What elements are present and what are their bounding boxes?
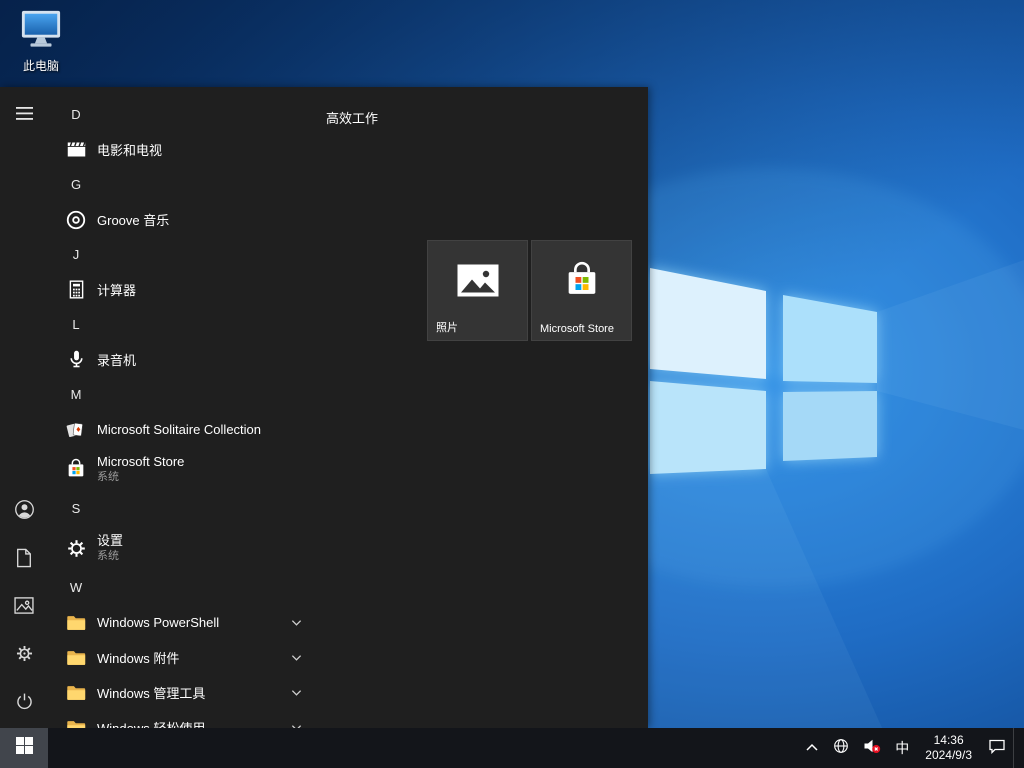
chevron-down-icon [291, 619, 302, 627]
folder-item-windows-powershell[interactable]: Windows PowerShell [48, 605, 324, 640]
app-item-sublabel: 系统 [97, 549, 123, 564]
network-globe-icon [833, 738, 849, 759]
letter-header-s[interactable]: S [48, 491, 324, 526]
letter-label: J [64, 247, 88, 262]
volume-button[interactable] [856, 728, 888, 768]
app-item-sublabel: 系统 [97, 470, 184, 485]
tray-overflow-button[interactable] [798, 728, 826, 768]
app-item-voice-recorder[interactable]: 录音机 [48, 342, 324, 377]
photos-icon [456, 261, 500, 304]
pictures-button[interactable] [0, 584, 48, 632]
tile-label: Microsoft Store [540, 323, 627, 335]
store-icon [562, 260, 602, 305]
tile-photos[interactable]: 照片 [427, 240, 528, 341]
clock[interactable]: 14:36 2024/9/3 [916, 728, 981, 768]
folder-item-label: Windows PowerShell [97, 615, 219, 630]
folder-item-label: Windows 轻松使用 [97, 718, 205, 728]
clock-time: 14:36 [934, 733, 964, 748]
folder-icon [64, 611, 88, 635]
folder-icon [64, 716, 88, 729]
pictures-icon [14, 597, 34, 619]
clock-date: 2024/9/3 [925, 748, 972, 763]
expand-menu-button[interactable] [0, 92, 48, 140]
taskbar: 中 14:36 2024/9/3 [0, 728, 1024, 768]
volume-muted-icon [863, 738, 881, 759]
desktop: 此电脑 [0, 0, 1024, 768]
chevron-down-icon [291, 654, 302, 662]
ime-indicator[interactable]: 中 [888, 728, 916, 768]
app-item-settings[interactable]: 设置 系统 [48, 526, 324, 570]
letter-label: D [64, 107, 88, 122]
hamburger-icon [16, 107, 33, 125]
app-item-movies-tv[interactable]: 电影和电视 [48, 132, 324, 167]
chevron-up-icon [805, 739, 819, 757]
documents-button[interactable] [0, 536, 48, 584]
letter-header-l[interactable]: L [48, 307, 324, 342]
letter-label: S [64, 501, 88, 516]
app-item-label: Microsoft Store [97, 454, 184, 469]
start-menu: D 电影和电视 G [0, 87, 648, 728]
letter-label: G [64, 177, 88, 192]
letter-label: M [64, 387, 88, 402]
letter-header-g[interactable]: G [48, 167, 324, 202]
folder-icon [64, 646, 88, 670]
folder-item-label: Windows 管理工具 [97, 683, 205, 702]
rail-bottom-group [0, 488, 48, 728]
solitaire-icon [64, 418, 88, 442]
voice-recorder-icon [64, 348, 88, 372]
network-button[interactable] [826, 728, 856, 768]
start-menu-rail [0, 87, 48, 728]
avatar-icon [14, 499, 35, 525]
app-item-label: Microsoft Solitaire Collection [97, 422, 261, 437]
letter-header-m[interactable]: M [48, 377, 324, 412]
app-item-label: 设置 [97, 533, 123, 548]
show-desktop-button[interactable] [1013, 728, 1020, 768]
windows-logo-icon [16, 737, 33, 759]
movies-tv-icon [64, 138, 88, 162]
app-item-microsoft-store[interactable]: Microsoft Store 系统 [48, 447, 324, 491]
folder-item-windows-admin-tools[interactable]: Windows 管理工具 [48, 675, 324, 710]
letter-label: W [64, 580, 88, 595]
tile-label: 照片 [436, 319, 523, 335]
app-item-label: 录音机 [97, 350, 136, 369]
app-item-calculator[interactable]: 计算器 [48, 272, 324, 307]
document-icon [15, 548, 33, 573]
folder-item-windows-ease-of-access[interactable]: Windows 轻松使用 [48, 710, 324, 728]
settings-gear-icon [64, 536, 88, 560]
start-button[interactable] [0, 728, 48, 768]
app-item-solitaire[interactable]: Microsoft Solitaire Collection [48, 412, 324, 447]
app-item-label: 计算器 [97, 280, 136, 299]
system-tray: 中 14:36 2024/9/3 [798, 728, 1024, 768]
app-item-label: Groove 音乐 [97, 210, 169, 229]
letter-header-j[interactable]: J [48, 237, 324, 272]
action-center-button[interactable] [981, 728, 1013, 768]
chevron-down-icon [291, 689, 302, 697]
letter-label: L [64, 317, 88, 332]
app-item-label: 电影和电视 [97, 140, 162, 159]
tile-group-header[interactable]: 高效工作 [326, 108, 378, 127]
letter-header-w[interactable]: W [48, 570, 324, 605]
tile-microsoft-store[interactable]: Microsoft Store [531, 240, 632, 341]
user-account-button[interactable] [0, 488, 48, 536]
gear-icon [15, 644, 34, 668]
groove-music-icon [64, 208, 88, 232]
action-center-icon [988, 738, 1006, 759]
start-menu-tiles-pane: 高效工作 照片 [324, 87, 648, 728]
power-button[interactable] [0, 680, 48, 728]
folder-icon [64, 681, 88, 705]
folder-item-windows-accessories[interactable]: Windows 附件 [48, 640, 324, 675]
desktop-icon-label: 此电脑 [12, 57, 70, 74]
power-icon [15, 692, 34, 716]
app-item-groove-music[interactable]: Groove 音乐 [48, 202, 324, 237]
store-icon [64, 457, 88, 481]
this-pc-icon [18, 37, 64, 54]
settings-button[interactable] [0, 632, 48, 680]
calculator-icon [64, 278, 88, 302]
start-menu-app-list: D 电影和电视 G [48, 87, 324, 728]
desktop-icon-this-pc[interactable]: 此电脑 [12, 8, 70, 74]
folder-item-label: Windows 附件 [97, 648, 179, 667]
letter-header-d[interactable]: D [48, 97, 324, 132]
